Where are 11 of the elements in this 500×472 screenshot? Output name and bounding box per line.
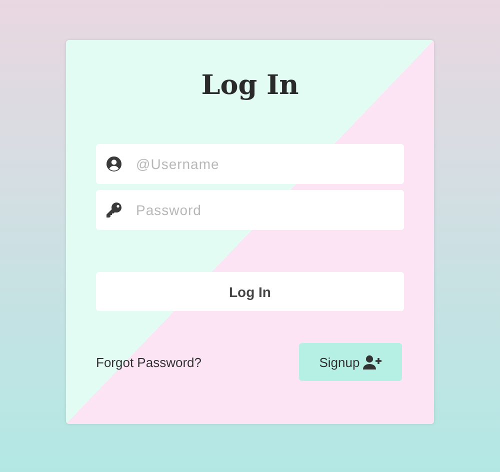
- forgot-password-link[interactable]: Forgot Password?: [96, 354, 202, 370]
- text-input[interactable]: Password: [134, 201, 388, 219]
- signup-button[interactable]: Signup: [299, 343, 402, 381]
- input-field[interactable]: Password: [96, 190, 404, 230]
- login-button[interactable]: Log In: [96, 272, 404, 311]
- text-input[interactable]: @Username: [134, 155, 388, 173]
- login-title: Log In: [201, 70, 299, 101]
- add-user-icon: [362, 354, 382, 370]
- input-field[interactable]: @Username: [96, 144, 404, 184]
- key-icon: [106, 202, 122, 218]
- user-icon: [106, 156, 122, 172]
